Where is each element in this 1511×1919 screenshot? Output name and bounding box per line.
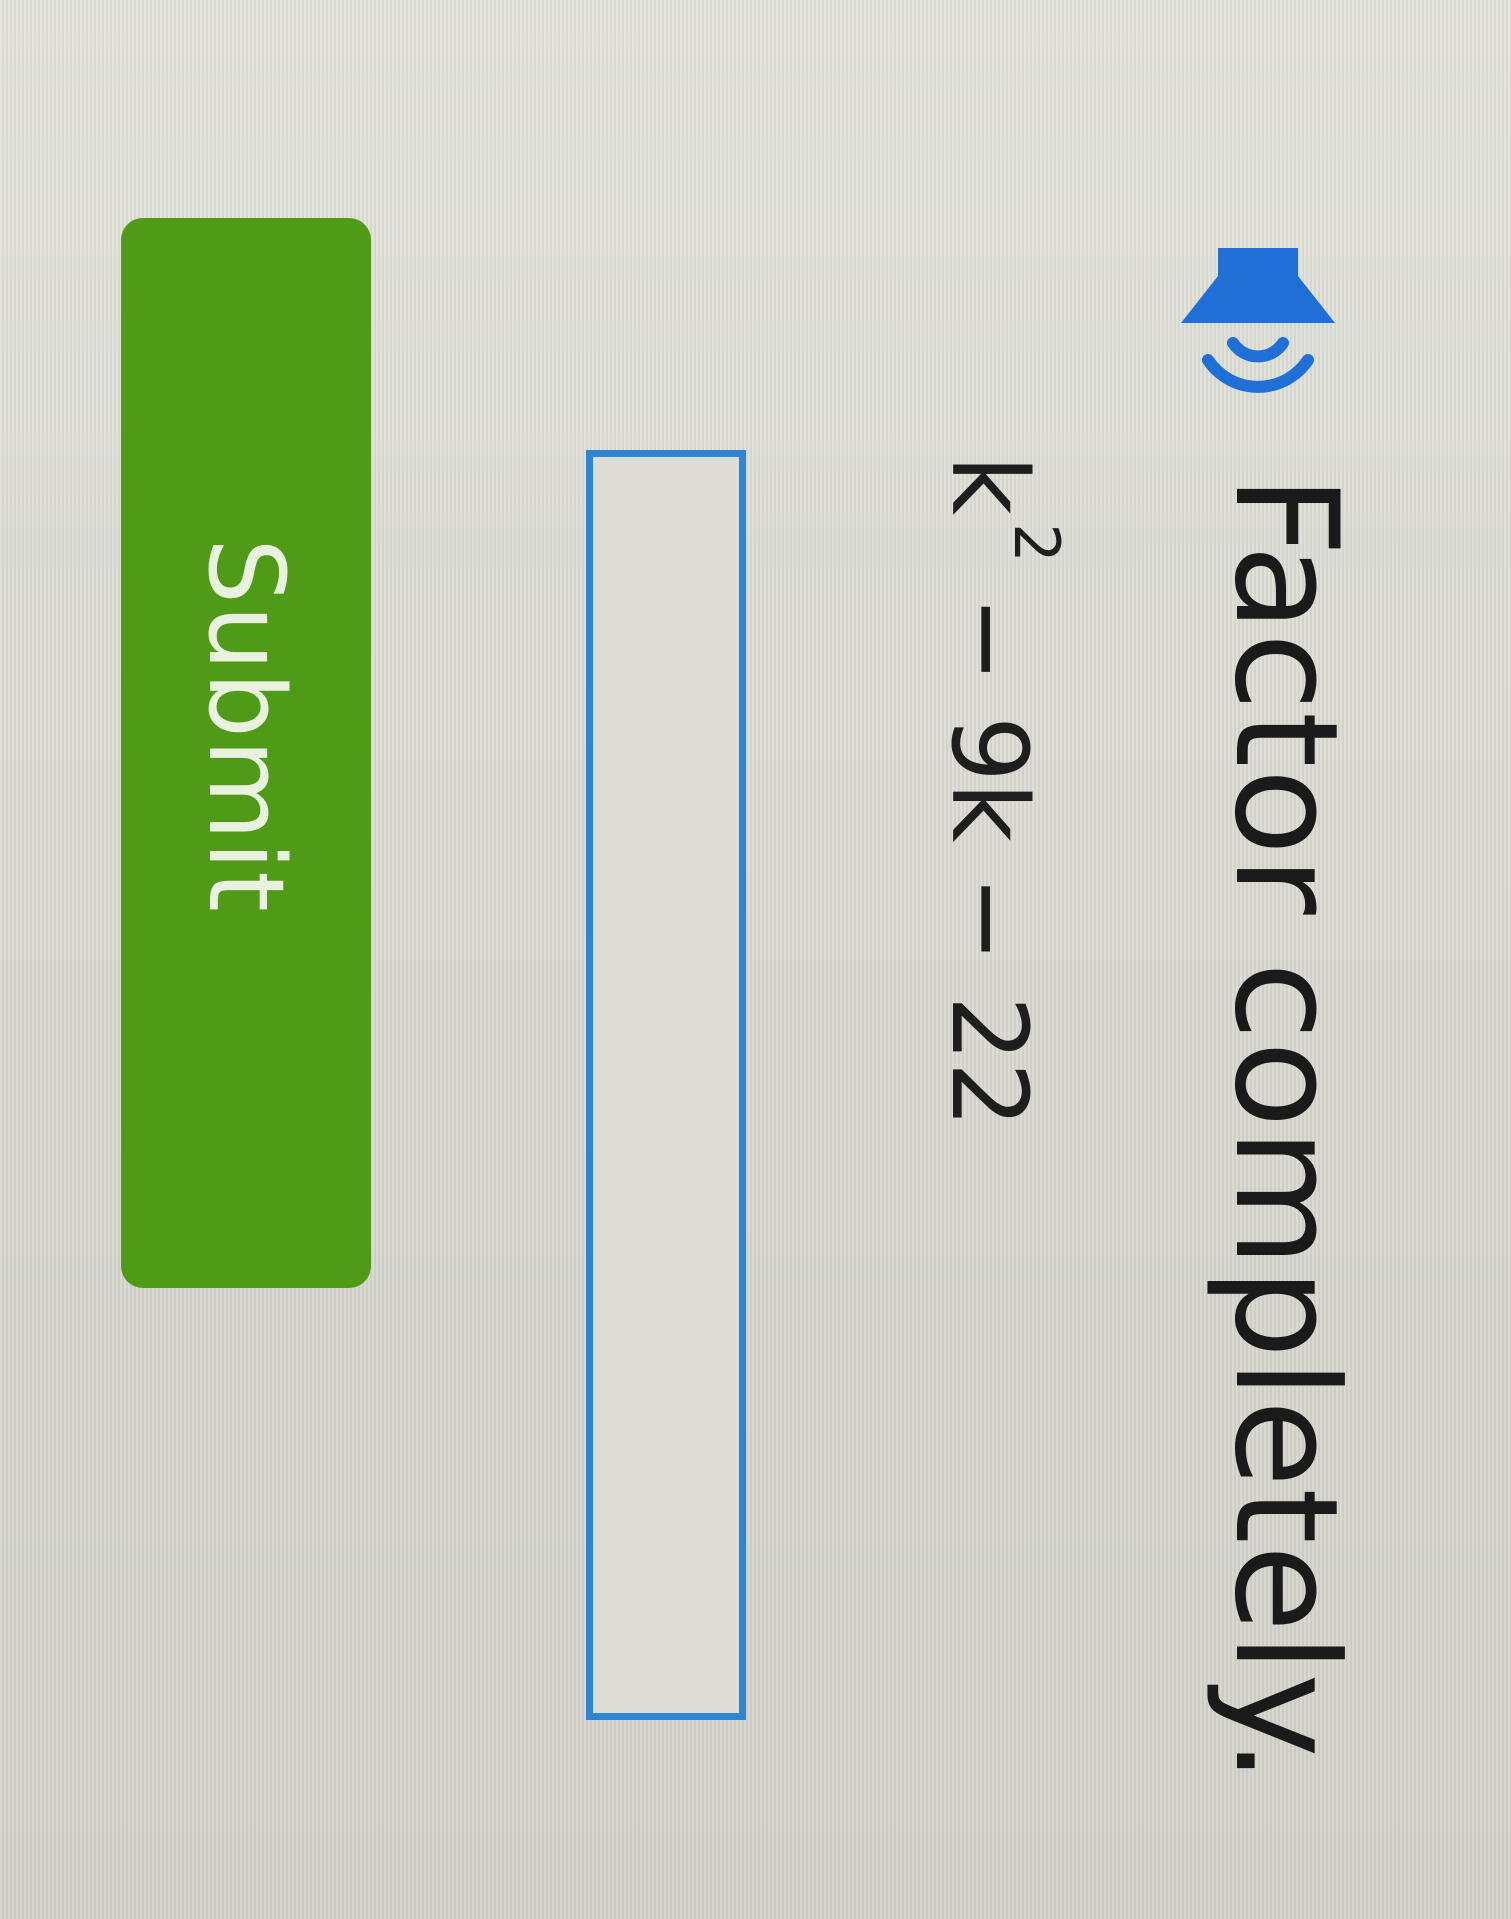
instruction-title: Factor completely. xyxy=(1203,475,1368,1785)
expression-exponent: 2 xyxy=(1000,523,1073,563)
speaker-icon[interactable] xyxy=(1173,178,1343,393)
expression-rest: − 9k − 22 xyxy=(928,562,1050,1128)
screen: Factor completely. k 2 − 9k − 22 Submit xyxy=(0,0,1511,1919)
expression-base: k xyxy=(928,455,1050,516)
answer-input[interactable] xyxy=(586,450,746,1720)
problem-expression: k 2 − 9k − 22 xyxy=(928,455,1073,1128)
question-panel: Factor completely. k 2 − 9k − 22 Submit xyxy=(0,0,1511,1919)
submit-button[interactable]: Submit xyxy=(121,218,371,1288)
